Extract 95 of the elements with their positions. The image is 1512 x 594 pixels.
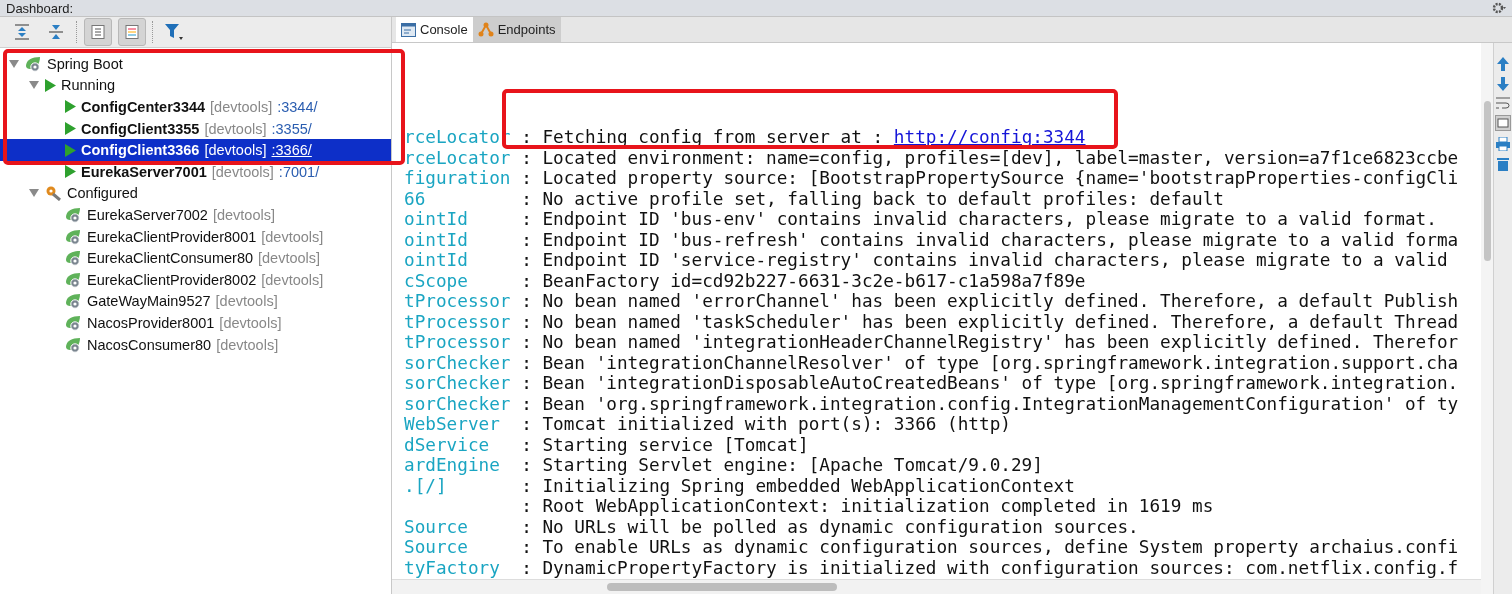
document-icon bbox=[91, 25, 105, 39]
log-message: : Tomcat initialized with port(s): 3366 (http) bbox=[521, 414, 1011, 435]
tree-item[interactable]: EurekaClientProvider8002 [devtools] bbox=[0, 268, 391, 291]
log-message: : Bean 'integrationChannelResolver' of type [org.springframework.integration.support.cha bbox=[521, 352, 1459, 373]
tree-group-label[interactable]: Running bbox=[61, 77, 115, 94]
scroll-to-end-icon[interactable] bbox=[1495, 115, 1511, 131]
log-source: dService bbox=[404, 434, 490, 455]
toggle-view-button[interactable] bbox=[118, 18, 146, 46]
tree-item[interactable]: EurekaServer7002 [devtools] bbox=[0, 204, 391, 226]
down-arrow-icon[interactable] bbox=[1497, 77, 1509, 91]
log-source: Source bbox=[404, 516, 468, 537]
tree-item[interactable]: ConfigCenter3344 [devtools] :3344/ bbox=[0, 96, 391, 118]
wrench-icon bbox=[45, 185, 62, 202]
trash-icon[interactable] bbox=[1497, 157, 1509, 171]
log-source: .[/] bbox=[404, 475, 447, 496]
tree-item[interactable]: EurekaClientProvider8001 [devtools] bbox=[0, 225, 391, 248]
log-message: : Initializing Spring embedded WebApplicationContext bbox=[521, 475, 1075, 496]
log-message: : Located environment: name=config, profiles=[dev], label=master, version=a7f1ce6823ccbe bbox=[521, 147, 1459, 168]
wrap-icon[interactable] bbox=[1496, 97, 1510, 109]
log-message: : Bean 'integrationDisposableAutoCreatedBeans' of type [org.springframework.integration. bbox=[521, 373, 1459, 394]
log-message: : Endpoint ID 'bus-refresh' contains invalid characters, please migrate to a valid forma bbox=[521, 229, 1459, 250]
log-message: : Bean 'org.springframework.integration.config.IntegrationManagementConfiguration' of ty bbox=[521, 393, 1459, 414]
log-message: : No bean named 'taskScheduler' has been explicitly defined. Therefore, a default Thread bbox=[521, 311, 1459, 332]
log-source: tProcessor bbox=[404, 332, 511, 352]
settings-icon[interactable] bbox=[1492, 2, 1506, 14]
tree-item[interactable]: ConfigClient3366 [devtools] :3366/ bbox=[0, 139, 391, 161]
leaf-icon bbox=[65, 228, 82, 245]
leaf-icon bbox=[65, 250, 82, 267]
log-source: tProcessor bbox=[404, 291, 511, 311]
log-message: : Starting service [Tomcat] bbox=[521, 434, 809, 455]
expand-all-icon bbox=[15, 24, 29, 40]
log-message: : Endpoint ID 'bus-env' contains invalid characters, please migrate to a valid format. bbox=[521, 209, 1437, 230]
leaf-icon bbox=[25, 55, 42, 72]
log-message: : No URLs will be polled as dynamic configuration sources. bbox=[521, 516, 1139, 537]
log-message: : Root WebApplicationContext: initialization completed in 1619 ms bbox=[521, 496, 1214, 517]
leaf-icon bbox=[65, 206, 82, 223]
log-source: 66 bbox=[404, 188, 426, 209]
log-message: : No bean named 'errorChannel' has been explicitly defined. Therefore, a default Publish bbox=[521, 291, 1459, 312]
tree-item[interactable]: NacosProvider8001 [devtools] bbox=[0, 312, 391, 334]
log-source: tProcessor bbox=[404, 311, 511, 332]
console-icon bbox=[401, 22, 416, 37]
expand-arrow-icon[interactable] bbox=[29, 81, 39, 90]
tab[interactable]: Console bbox=[396, 17, 473, 42]
play-icon bbox=[65, 122, 76, 136]
endpoints-icon bbox=[477, 22, 494, 37]
log-message: : Located property source: [BootstrapPropertySource {name='bootstrapProperties-configCli bbox=[521, 168, 1459, 189]
expand-arrow-icon[interactable] bbox=[9, 59, 19, 68]
play-icon bbox=[45, 78, 56, 92]
log-message: : DynamicPropertyFactory is initialized with configuration sources: com.netflix.config.f bbox=[521, 557, 1459, 578]
up-arrow-icon[interactable] bbox=[1497, 57, 1509, 71]
tree-item[interactable]: ConfigClient3355 [devtools] :3355/ bbox=[0, 117, 391, 140]
scrollbar-thumb[interactable] bbox=[607, 583, 837, 591]
colored-lines-icon bbox=[125, 25, 139, 39]
log-message: : Endpoint ID 'service-registry' contains invalid characters, please migrate to a valid bbox=[521, 250, 1448, 271]
window-title: Dashboard: bbox=[6, 0, 74, 16]
print-icon[interactable] bbox=[1496, 137, 1510, 151]
log-source: cScope bbox=[404, 270, 468, 291]
log-message: : No active profile set, falling back to default profiles: default bbox=[521, 188, 1224, 209]
log-message: : BeanFactory id=cd92b227-6631-3c2e-b617-c1a598a7f89e bbox=[521, 270, 1086, 291]
log-source: sorChecker bbox=[404, 352, 511, 373]
log-source: ointId bbox=[404, 229, 468, 250]
filter-icon bbox=[165, 24, 183, 40]
log-message: : No bean named 'integrationHeaderChannelRegistry' has been explicitly defined. Therefor bbox=[521, 332, 1459, 353]
tab[interactable]: Endpoints bbox=[472, 17, 561, 42]
toggle-view-button[interactable] bbox=[84, 18, 112, 46]
tree-item[interactable]: GateWayMain9527 [devtools] bbox=[0, 290, 391, 313]
collapse-all-icon bbox=[49, 24, 63, 40]
scrollbar-thumb[interactable] bbox=[1483, 101, 1491, 261]
log-source: figuration bbox=[404, 168, 511, 188]
play-icon bbox=[65, 165, 76, 179]
leaf-icon bbox=[65, 336, 82, 353]
log-source: sorChecker bbox=[404, 373, 511, 393]
tree-group-label[interactable]: Spring Boot bbox=[47, 55, 123, 72]
tree-item[interactable]: EurekaClientConsumer80 [devtools] bbox=[0, 247, 391, 269]
tree-item[interactable]: EurekaServer7001 [devtools] :7001/ bbox=[0, 160, 391, 183]
log-source: WebServer bbox=[404, 414, 500, 434]
log-source: ointId bbox=[404, 209, 468, 229]
log-source: sorChecker bbox=[404, 393, 511, 414]
config-link[interactable]: http://config:3344 bbox=[893, 127, 1086, 147]
log-source: ointId bbox=[404, 250, 468, 270]
leaf-icon bbox=[65, 314, 82, 331]
log-source: rceLocator bbox=[404, 147, 511, 168]
log-source: Source bbox=[404, 537, 468, 557]
play-icon bbox=[65, 143, 76, 157]
log-message: : To enable URLs as dynamic configuration sources, define System property archaius.confi bbox=[521, 537, 1459, 558]
log-message: : Starting Servlet engine: [Apache Tomcat/9.0.29] bbox=[521, 455, 1043, 476]
tree-group-label[interactable]: Configured bbox=[67, 185, 138, 202]
leaf-icon bbox=[65, 271, 82, 288]
expand-arrow-icon[interactable] bbox=[29, 189, 39, 198]
leaf-icon bbox=[65, 293, 82, 310]
log-source: ardEngine bbox=[404, 455, 500, 475]
log-source: tyFactory bbox=[404, 557, 500, 578]
log-message: : Fetching config from server at : http://config:3344 bbox=[521, 127, 1086, 148]
tree-item[interactable]: NacosConsumer80 [devtools] bbox=[0, 333, 391, 356]
play-icon bbox=[65, 100, 76, 114]
